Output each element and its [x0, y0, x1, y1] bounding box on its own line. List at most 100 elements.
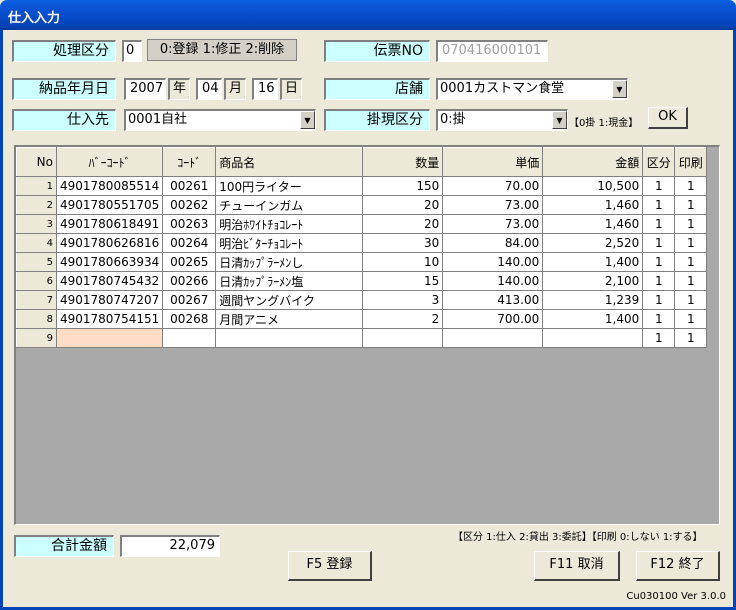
barcode-cell[interactable]: 4901780618491 — [56, 214, 164, 234]
amount-cell[interactable]: 2,520 — [542, 233, 644, 253]
table-row[interactable]: 8 4901780754151 00268 月間アニメ 2 700.00 1,400 1 1 — [16, 309, 708, 329]
print-cell[interactable]: 1 — [674, 271, 708, 291]
product-name-cell[interactable]: 日清ｶｯﾌﾟﾗｰﾒﾝ塩 — [215, 271, 364, 291]
table-row[interactable]: 2 4901780551705 00262 チューインガム 20 73.00 1,460 1 1 — [16, 195, 708, 215]
column-header[interactable]: 区分 — [642, 147, 676, 177]
code-cell[interactable]: 00262 — [162, 195, 217, 215]
amount-cell[interactable]: 1,239 — [542, 290, 644, 310]
quantity-cell[interactable]: 20 — [362, 195, 444, 215]
quantity-cell[interactable]: 30 — [362, 233, 444, 253]
code-cell[interactable]: 00268 — [162, 309, 217, 329]
barcode-cell[interactable]: 4901780747207 — [56, 290, 164, 310]
code-cell[interactable]: 00261 — [162, 176, 217, 196]
quantity-cell[interactable]: 3 — [362, 290, 444, 310]
print-cell[interactable]: 1 — [674, 233, 708, 253]
print-cell[interactable]: 1 — [674, 328, 708, 348]
code-cell[interactable]: 00265 — [162, 252, 217, 272]
product-name-cell[interactable]: 明治ﾎﾜｲﾄﾁｮｺﾚｰﾄ — [215, 214, 364, 234]
barcode-cell[interactable]: 4901780551705 — [56, 195, 164, 215]
column-header[interactable]: 金額 — [542, 147, 644, 177]
amount-cell[interactable]: 1,460 — [542, 195, 644, 215]
category-cell[interactable]: 1 — [642, 328, 676, 348]
table-row[interactable]: 3 4901780618491 00263 明治ﾎﾜｲﾄﾁｮｺﾚｰﾄ 20 73.00 1,… — [16, 214, 708, 234]
ok-button[interactable]: OK — [648, 107, 688, 129]
barcode-cell[interactable]: 4901780745432 — [56, 271, 164, 291]
purchase-grid[interactable]: No ﾊﾞｰｺｰﾄﾞ ｺｰﾄﾞ 商品名 数量 単価 金額 区分 印刷 1 4901… — [14, 145, 720, 525]
category-cell[interactable]: 1 — [642, 252, 676, 272]
category-cell[interactable]: 1 — [642, 214, 676, 234]
unit-price-cell[interactable]: 73.00 — [442, 214, 544, 234]
barcode-cell[interactable]: 4901780754151 — [56, 309, 164, 329]
column-header[interactable]: 単価 — [442, 147, 544, 177]
quantity-cell[interactable] — [362, 328, 444, 348]
column-header[interactable]: ﾊﾞｰｺｰﾄﾞ — [55, 147, 164, 177]
category-cell[interactable]: 1 — [642, 271, 676, 291]
barcode-cell[interactable] — [56, 328, 164, 348]
unit-price-cell[interactable]: 73.00 — [442, 195, 544, 215]
month-input[interactable]: 04 — [196, 78, 222, 100]
supplier-select[interactable]: 0001自社 ▼ — [124, 109, 316, 131]
table-row[interactable]: 6 4901780745432 00266 日清ｶｯﾌﾟﾗｰﾒﾝ塩 15 140.00 2,… — [16, 271, 708, 291]
table-row[interactable]: 7 4901780747207 00267 週間ヤングバイク 3 413.00 1,239 1… — [16, 290, 708, 310]
product-name-cell[interactable]: 明治ﾋﾞﾀｰﾁｮｺﾚｰﾄ — [215, 233, 364, 253]
print-cell[interactable]: 1 — [674, 195, 708, 215]
barcode-cell[interactable]: 4901780626816 — [56, 233, 164, 253]
print-cell[interactable]: 1 — [674, 252, 708, 272]
column-header[interactable]: 数量 — [362, 147, 444, 177]
category-cell[interactable]: 1 — [642, 290, 676, 310]
code-cell[interactable] — [162, 328, 217, 348]
unit-price-cell[interactable]: 70.00 — [442, 176, 544, 196]
chevron-down-icon[interactable]: ▼ — [300, 111, 315, 129]
column-header[interactable]: 印刷 — [674, 147, 708, 177]
amount-cell[interactable]: 1,400 — [542, 309, 644, 329]
amount-cell[interactable]: 1,400 — [542, 252, 644, 272]
amount-cell[interactable]: 10,500 — [542, 176, 644, 196]
table-row[interactable]: 4 4901780626816 00264 明治ﾋﾞﾀｰﾁｮｺﾚｰﾄ 30 84.00 2,… — [16, 233, 708, 253]
quantity-cell[interactable]: 150 — [362, 176, 444, 196]
code-cell[interactable]: 00267 — [162, 290, 217, 310]
print-cell[interactable]: 1 — [674, 290, 708, 310]
product-name-cell[interactable] — [215, 328, 364, 348]
amount-cell[interactable]: 2,100 — [542, 271, 644, 291]
product-name-cell[interactable]: 100円ライター — [215, 176, 364, 196]
day-input[interactable]: 16 — [252, 78, 278, 100]
category-cell[interactable]: 1 — [642, 176, 676, 196]
product-name-cell[interactable]: 日清ｶｯﾌﾟﾗｰﾒﾝし — [215, 252, 364, 272]
barcode-cell[interactable]: 4901780085514 — [56, 176, 164, 196]
column-header[interactable]: 商品名 — [215, 147, 364, 177]
product-name-cell[interactable]: 月間アニメ — [215, 309, 364, 329]
quantity-cell[interactable]: 10 — [362, 252, 444, 272]
processing-input[interactable]: 0 — [122, 40, 142, 62]
register-button[interactable]: F5 登録 — [288, 551, 372, 581]
code-cell[interactable]: 00266 — [162, 271, 217, 291]
print-cell[interactable]: 1 — [674, 214, 708, 234]
quantity-cell[interactable]: 2 — [362, 309, 444, 329]
column-header[interactable]: No — [16, 147, 57, 177]
year-input[interactable]: 2007 — [124, 78, 166, 100]
unit-price-cell[interactable]: 140.00 — [442, 271, 544, 291]
barcode-cell[interactable]: 4901780663934 — [56, 252, 164, 272]
product-name-cell[interactable]: チューインガム — [215, 195, 364, 215]
exit-button[interactable]: F12 終了 — [636, 551, 720, 581]
title-bar[interactable]: 仕入入力 — [0, 0, 736, 30]
table-row[interactable]: 9 11 — [16, 328, 708, 348]
category-cell[interactable]: 1 — [642, 233, 676, 253]
unit-price-cell[interactable]: 700.00 — [442, 309, 544, 329]
voucher-input[interactable]: 070416000101 — [436, 40, 548, 62]
cancel-button[interactable]: F11 取消 — [534, 551, 620, 581]
category-cell[interactable]: 1 — [642, 309, 676, 329]
chevron-down-icon[interactable]: ▼ — [612, 80, 627, 98]
unit-price-cell[interactable]: 140.00 — [442, 252, 544, 272]
table-row[interactable]: 5 4901780663934 00265 日清ｶｯﾌﾟﾗｰﾒﾝし 10 140.00 1,… — [16, 252, 708, 272]
print-cell[interactable]: 1 — [674, 309, 708, 329]
unit-price-cell[interactable]: 413.00 — [442, 290, 544, 310]
unit-price-cell[interactable] — [442, 328, 544, 348]
amount-cell[interactable] — [542, 328, 644, 348]
payment-select[interactable]: 0:掛 ▼ — [436, 109, 568, 131]
unit-price-cell[interactable]: 84.00 — [442, 233, 544, 253]
code-cell[interactable]: 00264 — [162, 233, 217, 253]
chevron-down-icon[interactable]: ▼ — [552, 111, 567, 129]
category-cell[interactable]: 1 — [642, 195, 676, 215]
code-cell[interactable]: 00263 — [162, 214, 217, 234]
store-select[interactable]: 0001カストマン食堂 ▼ — [436, 78, 628, 100]
